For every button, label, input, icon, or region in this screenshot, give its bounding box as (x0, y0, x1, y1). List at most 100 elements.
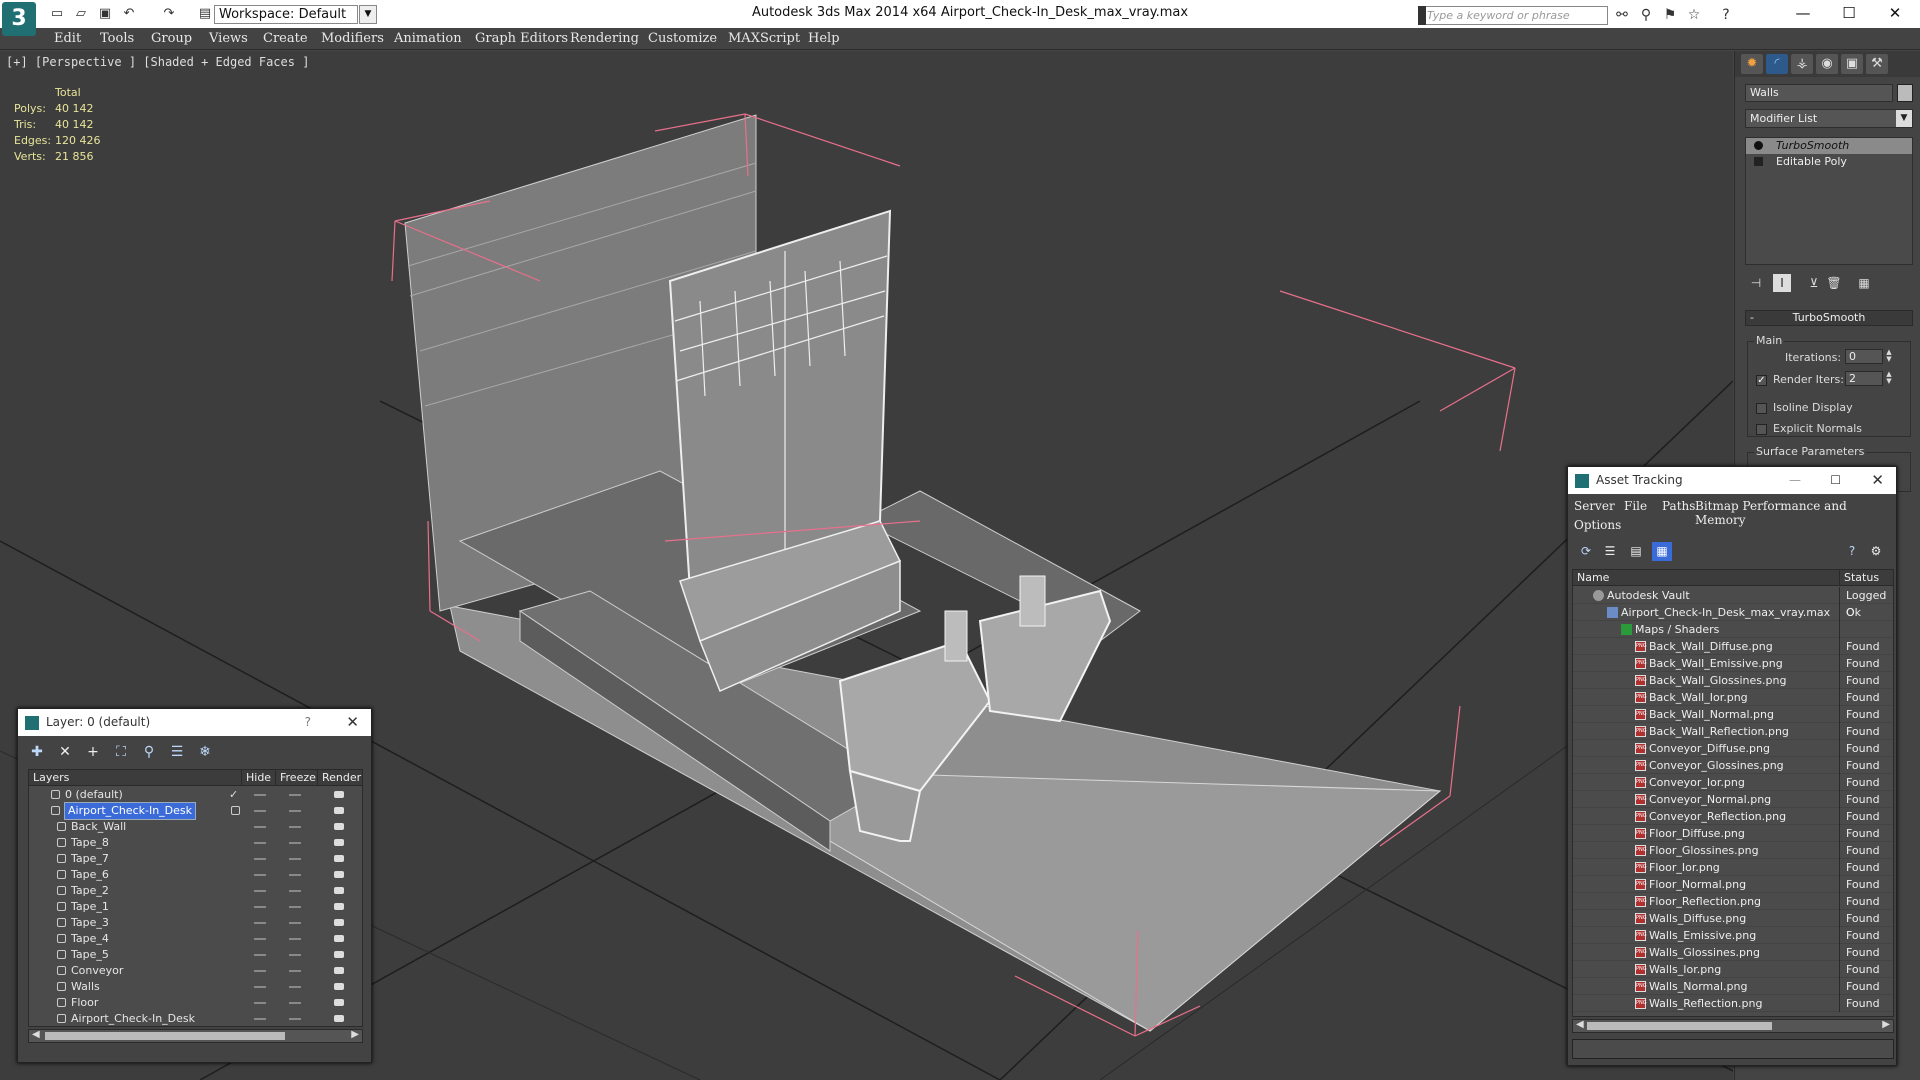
select-objects-icon[interactable]: ⛶ (110, 742, 132, 762)
minimize-button[interactable]: — (1780, 0, 1826, 26)
render-teapot-icon[interactable] (334, 983, 344, 990)
configure-sets-icon[interactable]: ▦ (1855, 274, 1873, 292)
menu-options[interactable]: Options (1574, 518, 1621, 532)
modify-tab-icon[interactable]: ◜ (1766, 54, 1788, 74)
settings-icon[interactable]: ⚙ (1866, 542, 1886, 561)
asset-row[interactable]: PNG Back_Wall_Diffuse.png Found (1573, 638, 1893, 655)
layer-row[interactable]: Tape_5 (29, 947, 362, 963)
help-button[interactable]: ? (305, 709, 311, 736)
layer-name[interactable]: Tape_8 (71, 835, 109, 851)
menu-edit[interactable]: Edit (54, 28, 81, 50)
layer-name[interactable]: Tape_6 (71, 867, 109, 883)
scroll-right-icon[interactable]: ▶ (351, 1029, 359, 1040)
layer-row[interactable]: Walls (29, 979, 362, 995)
subscription-icon[interactable]: ⚲ (1636, 6, 1656, 24)
freeze-toggle[interactable] (289, 906, 301, 908)
menu-graph-editors[interactable]: Graph Editors (475, 28, 568, 50)
binoculars-icon[interactable]: ⚯ (1612, 6, 1632, 24)
menu-help[interactable]: Help (808, 28, 840, 50)
render-teapot-icon[interactable] (334, 855, 344, 862)
asset-row[interactable]: PNG Conveyor_Reflection.png Found (1573, 808, 1893, 825)
asset-row[interactable]: PNG Walls_Emissive.png Found (1573, 927, 1893, 944)
hierarchy-tab-icon[interactable]: ⚶ (1791, 54, 1813, 74)
layer-name[interactable]: Tape_1 (71, 899, 109, 915)
render-teapot-icon[interactable] (334, 951, 344, 958)
column-render[interactable]: Render (317, 770, 362, 786)
display-tab-icon[interactable]: ▣ (1841, 54, 1863, 74)
freeze-all-icon[interactable]: ❄ (194, 742, 216, 762)
undo-icon[interactable]: ↶ (120, 6, 138, 22)
redo-icon[interactable]: ↷ (160, 6, 178, 22)
pin-stack-icon[interactable]: ⊣ (1747, 274, 1765, 292)
hide-toggle[interactable] (254, 922, 266, 924)
asset-row[interactable]: PNG Conveyor_Ior.png Found (1573, 774, 1893, 791)
maximize-icon[interactable]: ☐ (1830, 467, 1841, 494)
render-teapot-icon[interactable] (334, 807, 344, 814)
menu-bitmap-performance[interactable]: Bitmap Performance and Memory (1695, 499, 1896, 527)
freeze-toggle[interactable] (289, 922, 301, 924)
lightbulb-icon[interactable] (1754, 141, 1763, 150)
column-hide[interactable]: Hide (241, 770, 275, 786)
viewport-label[interactable]: [+] [Perspective ] [Shaded + Edged Faces… (6, 55, 309, 69)
open-file-icon[interactable]: ▱ (72, 6, 90, 22)
hide-toggle[interactable] (254, 954, 266, 956)
menu-paths[interactable]: Paths (1662, 499, 1695, 513)
save-icon[interactable]: ▣ (96, 6, 114, 22)
refresh-icon[interactable]: ⟳ (1576, 542, 1596, 561)
column-layers[interactable]: Layers (29, 770, 229, 786)
asset-row[interactable]: PNG Walls_Ior.png Found (1573, 961, 1893, 978)
layer-name[interactable]: Walls (71, 979, 100, 995)
render-teapot-icon[interactable] (334, 887, 344, 894)
layer-row[interactable]: Airport_Check-In_Desk (29, 802, 362, 820)
communication-icon[interactable]: ⚑ (1660, 6, 1680, 24)
asset-row[interactable]: PNG Back_Wall_Emissive.png Found (1573, 655, 1893, 672)
delete-layer-icon[interactable]: ✕ (54, 742, 76, 762)
render-teapot-icon[interactable] (334, 1015, 344, 1022)
freeze-toggle[interactable] (289, 874, 301, 876)
scroll-left-icon[interactable]: ◀ (32, 1029, 40, 1040)
freeze-toggle[interactable] (289, 826, 301, 828)
new-file-icon[interactable]: ▭ (48, 6, 66, 22)
current-layer-check-icon[interactable]: ✓ (229, 787, 238, 803)
asset-status-field[interactable] (1572, 1039, 1894, 1059)
layer-name[interactable]: 0 (default) (65, 787, 123, 803)
isoline-display-checkbox[interactable] (1756, 403, 1767, 414)
create-tab-icon[interactable]: ✹ (1741, 54, 1763, 74)
layer-dialog-titlebar[interactable]: Layer: 0 (default) ? ✕ (18, 709, 371, 736)
hide-toggle[interactable] (254, 938, 266, 940)
layer-row[interactable]: Airport_Check-In_Desk (29, 1011, 362, 1026)
render-teapot-icon[interactable] (334, 919, 344, 926)
asset-row[interactable]: PNG Walls_Glossines.png Found (1573, 944, 1893, 961)
expand-icon[interactable] (1754, 157, 1763, 166)
minimize-icon[interactable]: — (1789, 467, 1801, 494)
asset-row[interactable]: PNG Walls_Reflection.png Found (1573, 995, 1893, 1012)
layer-row[interactable]: Conveyor (29, 963, 362, 979)
freeze-toggle[interactable] (289, 1002, 301, 1004)
scroll-thumb[interactable] (45, 1032, 285, 1040)
layer-name[interactable]: Airport_Check-In_Desk (71, 1011, 195, 1026)
layer-row[interactable]: Floor (29, 995, 362, 1011)
layer-name[interactable]: Floor (71, 995, 98, 1011)
explicit-normals-checkbox[interactable] (1756, 424, 1767, 435)
spinner-arrows-icon[interactable]: ▲ ▼ (1885, 371, 1893, 386)
close-button[interactable]: ✕ (1872, 0, 1918, 26)
asset-row[interactable]: PNG Floor_Reflection.png Found (1573, 893, 1893, 910)
hide-toggle[interactable] (254, 890, 266, 892)
asset-row[interactable]: PNG Floor_Ior.png Found (1573, 859, 1893, 876)
maximize-button[interactable]: ☐ (1826, 0, 1872, 26)
menu-animation[interactable]: Animation (394, 28, 462, 50)
freeze-toggle[interactable] (289, 970, 301, 972)
asset-row[interactable]: PNG Back_Wall_Ior.png Found (1573, 689, 1893, 706)
turbosmooth-rollout-header[interactable]: - TurboSmooth (1745, 310, 1913, 326)
scroll-thumb[interactable] (1587, 1022, 1772, 1030)
layer-row[interactable]: Tape_6 (29, 867, 362, 883)
hide-toggle[interactable] (254, 986, 266, 988)
menu-create[interactable]: Create (263, 28, 308, 50)
column-name[interactable]: Name (1573, 570, 1839, 586)
app-logo-icon[interactable]: 3 (2, 2, 36, 36)
hide-toggle[interactable] (254, 794, 266, 796)
hide-toggle[interactable] (254, 874, 266, 876)
iterations-spinner[interactable]: 0 (1845, 349, 1883, 364)
render-teapot-icon[interactable] (334, 839, 344, 846)
menu-customize[interactable]: Customize (648, 28, 717, 50)
